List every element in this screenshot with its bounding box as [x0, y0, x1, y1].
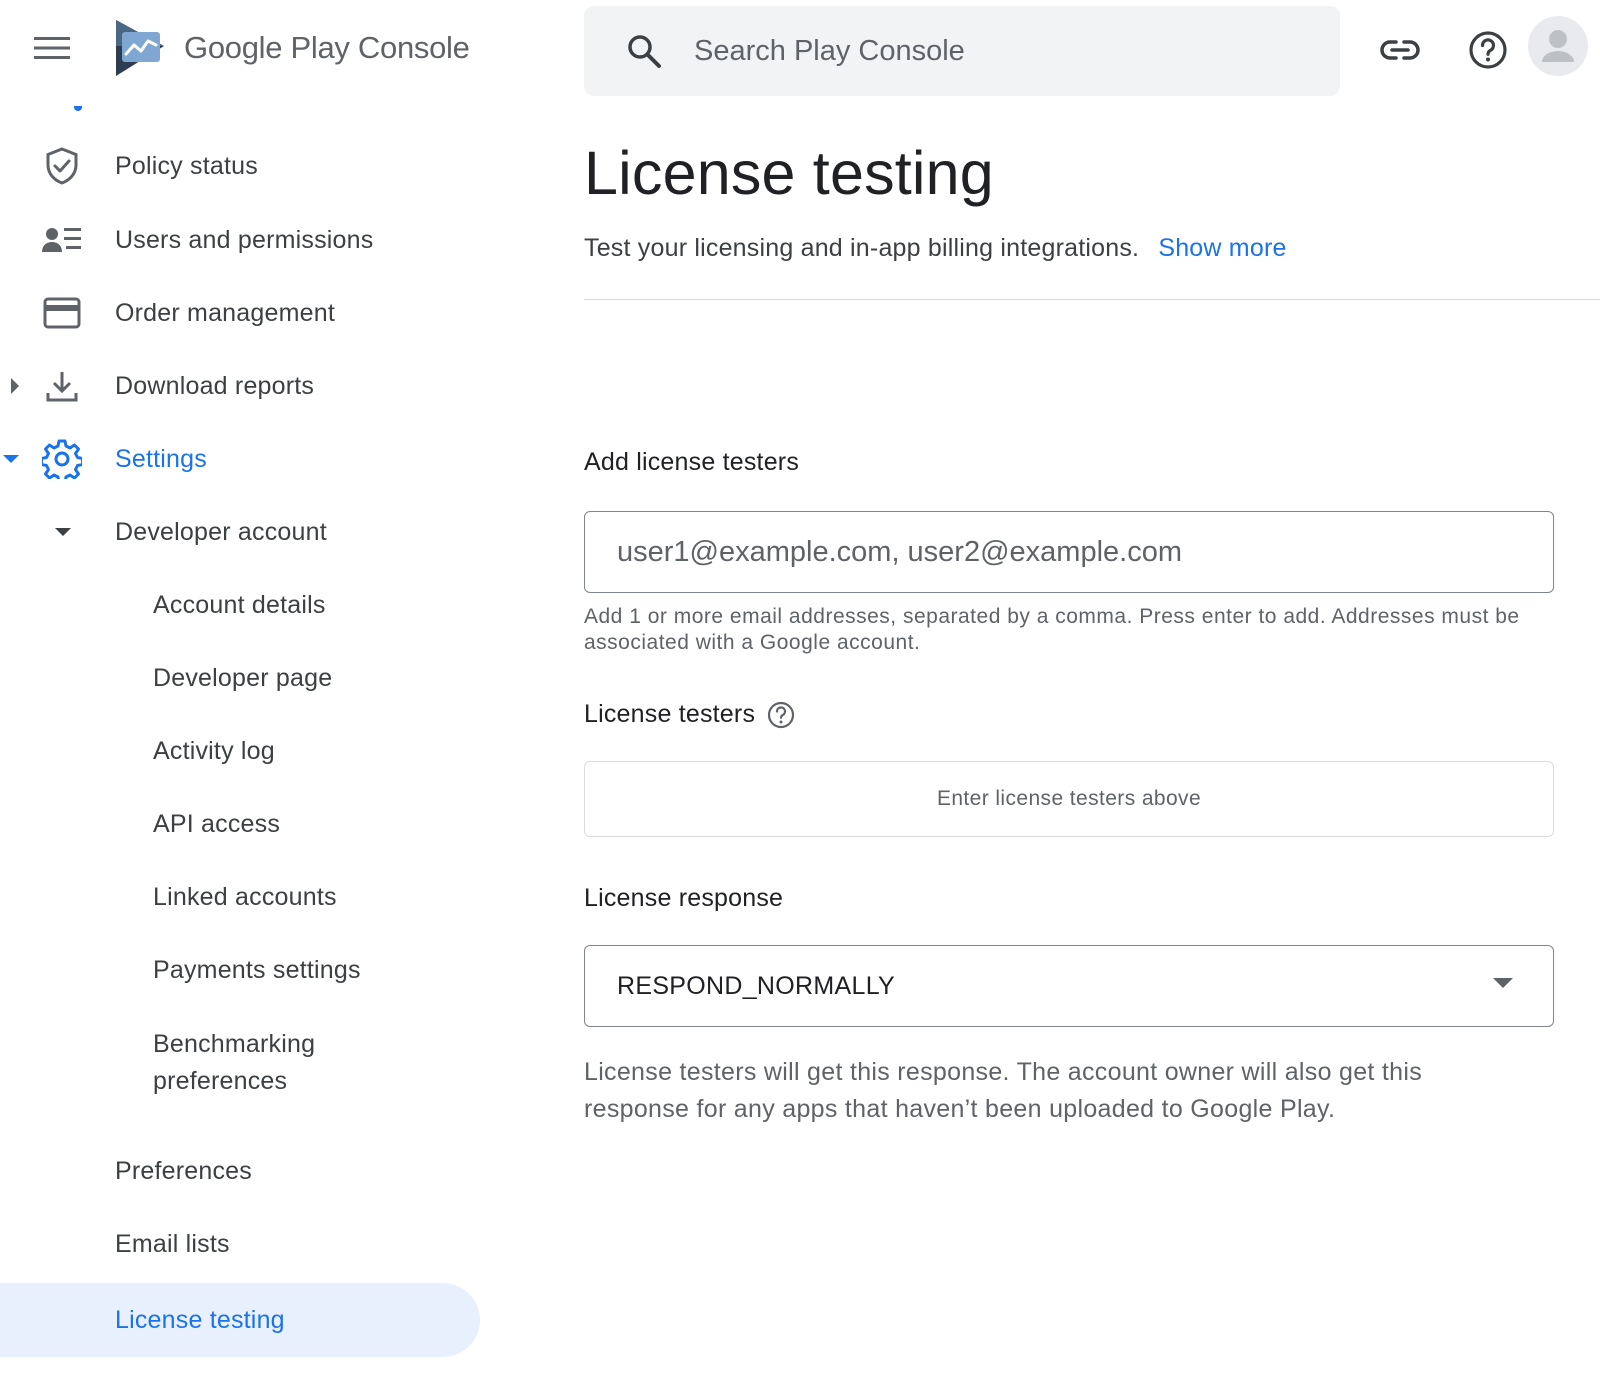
play-console-logo[interactable]: Google Play Console [112, 18, 470, 78]
link-icon [1380, 40, 1420, 60]
credit-card-icon [42, 293, 82, 333]
sidebar-item-label: Activity log [153, 736, 275, 765]
page-title: License testing [584, 139, 994, 207]
sidebar-item-activity-log[interactable]: Activity log [0, 721, 480, 781]
menu-icon [34, 37, 70, 59]
sidebar-item-account-details[interactable]: Account details [0, 575, 480, 635]
sidebar-item-policy-status[interactable]: Policy status [0, 136, 480, 196]
sidebar-item-preferences[interactable]: Preferences [0, 1141, 480, 1201]
sidebar-item-label: Payments settings [153, 955, 361, 984]
sidebar-item-developer-page[interactable]: Developer page [0, 648, 480, 708]
play-console-logo-icon [116, 20, 164, 76]
help-button[interactable] [1464, 26, 1512, 74]
testers-label: License testers [584, 700, 756, 728]
sidebar-item-label: Users and permissions [115, 225, 374, 254]
sidebar-item-label: Email lists [115, 1229, 230, 1258]
license-response-select[interactable]: RESPOND_NORMALLY [584, 945, 1554, 1027]
sidebar-item-download-reports[interactable]: Download reports [0, 356, 480, 416]
brand-name: Google Play Console [184, 30, 470, 66]
copy-link-button[interactable] [1376, 26, 1424, 74]
sidebar-item-label: Developer page [153, 663, 333, 692]
sidebar-item-license-testing[interactable]: License testing [0, 1283, 480, 1357]
sidebar-item-label: Preferences [115, 1156, 252, 1185]
sidebar-item-settings[interactable]: Settings [0, 429, 480, 489]
gear-icon [42, 439, 82, 479]
sidebar-item-label: API access [153, 809, 281, 838]
sidebar-item-label: Settings [115, 444, 207, 473]
search-bar[interactable] [584, 6, 1340, 96]
add-testers-label: Add license testers [584, 448, 800, 476]
brand-google-play: Google Play [184, 30, 350, 65]
avatar-icon [1542, 30, 1574, 62]
header-divider [584, 299, 1600, 300]
select-value: RESPOND_NORMALLY [617, 971, 896, 1000]
response-label: License response [584, 884, 784, 912]
sidebar-item-label: Developer account [115, 517, 327, 546]
sidebar-item-linked-accounts[interactable]: Linked accounts [0, 867, 480, 927]
brand-console: Console [357, 30, 470, 65]
shield-check-icon [42, 146, 82, 186]
users-list-icon [42, 220, 82, 260]
add-testers-helper: Add 1 or more email addresses, separated… [584, 605, 1520, 654]
menu-button[interactable] [28, 24, 76, 72]
page-subtitle: Test your licensing and in-app billing i… [584, 234, 1287, 263]
account-avatar[interactable] [1528, 16, 1588, 76]
sidebar-item-email-lists[interactable]: Email lists [0, 1214, 480, 1274]
sidebar-item-order-management[interactable]: Order management [0, 283, 480, 343]
sidebar-item-label: Policy status [115, 151, 258, 180]
sidebar-item-label: Benchmarking preferences [153, 1030, 316, 1095]
sidebar-item-label: License testing [115, 1305, 285, 1334]
sidebar-item-developer-account[interactable]: Developer account [0, 502, 480, 562]
caret-down-icon[interactable] [54, 523, 72, 541]
help-icon[interactable] [767, 701, 795, 729]
sidebar-item-label: Order management [115, 298, 335, 327]
caret-right-icon[interactable] [6, 377, 24, 395]
subtitle-text: Test your licensing and in-app billing i… [584, 234, 1140, 262]
sidebar-item-users-and-permissions[interactable]: Users and permissions [0, 210, 480, 270]
add-testers-field[interactable] [584, 511, 1554, 593]
download-icon [42, 366, 82, 406]
add-testers-input[interactable] [615, 534, 1519, 570]
caret-down-icon[interactable] [2, 450, 20, 468]
sidebar-item-label: Linked accounts [153, 882, 337, 911]
testers-label-row: License testers [584, 700, 795, 729]
help-icon [1469, 31, 1507, 69]
sidebar-item-benchmarking-preferences[interactable]: Benchmarking preferences [0, 1020, 480, 1120]
testers-empty-state: Enter license testers above [584, 761, 1554, 837]
sidebar-item-payments-settings[interactable]: Payments settings [0, 940, 480, 1000]
search-input[interactable] [692, 33, 1256, 69]
scroll-indicator [74, 106, 82, 111]
sidebar-item-api-access[interactable]: API access [0, 794, 480, 854]
sidebar-item-label: Account details [153, 590, 326, 619]
sidebar-item-label: Download reports [115, 371, 315, 400]
response-note: License testers will get this response. … [584, 1058, 1423, 1123]
search-icon[interactable] [624, 31, 664, 71]
show-more-link[interactable]: Show more [1158, 234, 1286, 262]
dropdown-arrow-icon [1493, 978, 1513, 988]
